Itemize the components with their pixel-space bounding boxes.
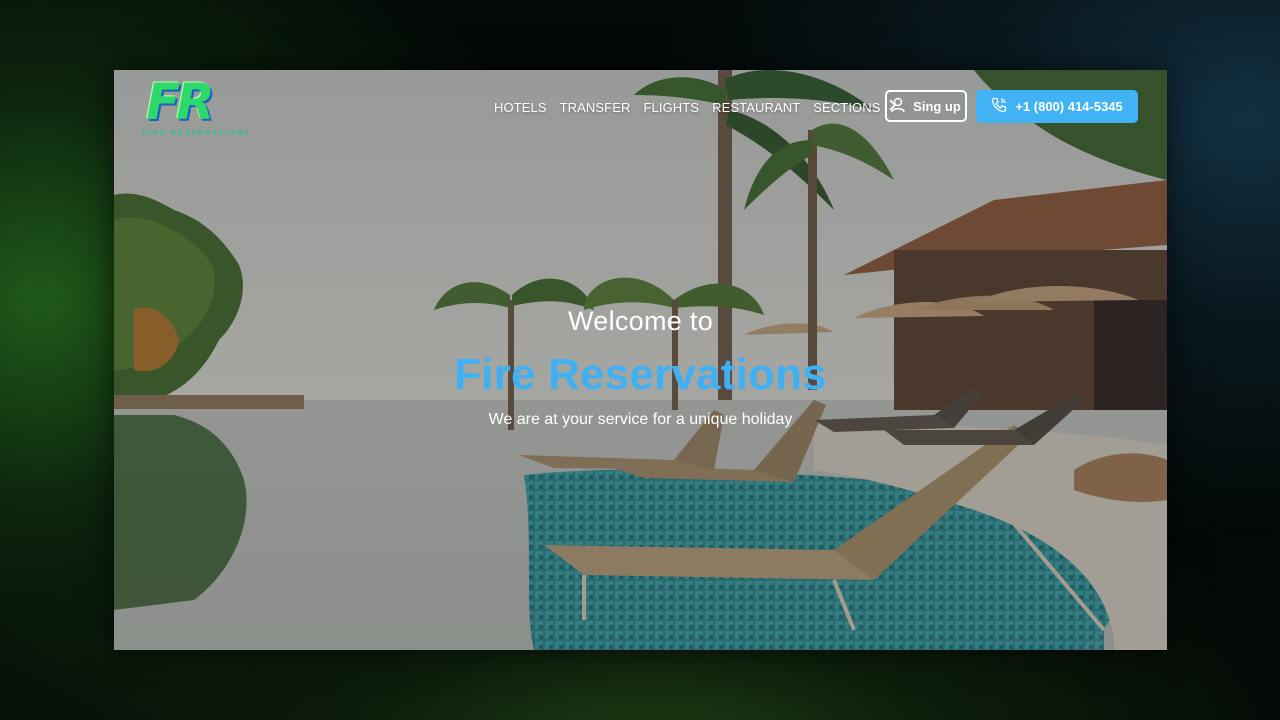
nav-item-hotels[interactable]: HOTELS <box>494 100 547 115</box>
nav-item-transfer[interactable]: TRANSFER <box>560 100 631 115</box>
site-logo[interactable]: FR FIRE RESERVATIONS <box>142 73 249 142</box>
logo-mark: FR <box>146 73 215 131</box>
hero-welcome-text: Welcome to <box>567 306 714 336</box>
main-nav: HOTELS TRANSFER FLIGHTS RESTAURANT SECTI… <box>494 98 898 116</box>
logo-subtitle: FIRE RESERVATIONS <box>142 130 252 137</box>
nav-item-flights[interactable]: FLIGHTS <box>643 100 699 115</box>
phone-number: +1 (800) 414-5345 <box>1015 99 1123 114</box>
phone-icon <box>991 97 1015 116</box>
hero-tagline: We are at your service for a unique holi… <box>488 411 793 428</box>
nav-item-restaurant[interactable]: RESTAURANT <box>712 100 800 115</box>
signup-button[interactable]: Sing up <box>885 90 967 122</box>
nav-item-sections[interactable]: SECTIONS <box>813 100 880 115</box>
signup-label: Sing up <box>913 98 961 114</box>
phone-call-button[interactable]: +1 (800) 414-5345 <box>976 90 1138 123</box>
hero-title: Fire Reservations <box>454 350 827 399</box>
user-icon <box>891 97 913 116</box>
website-window: FR FIRE RESERVATIONS HOTELS TRANSFER FLI… <box>114 70 1167 650</box>
